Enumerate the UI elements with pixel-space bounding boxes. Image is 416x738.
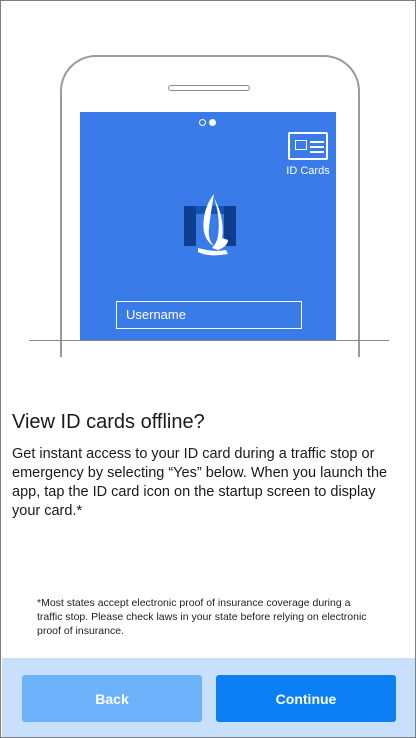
phone-speaker (168, 85, 250, 91)
eagle-logo-icon (184, 194, 236, 256)
divider-line (29, 340, 389, 341)
description-text: Get instant access to your ID card durin… (12, 446, 388, 519)
back-button[interactable]: Back (22, 675, 202, 722)
footer-bar: Back Continue (2, 658, 415, 737)
page-title: View ID cards offline? (12, 411, 205, 433)
page-indicator (199, 119, 216, 126)
app-frame: ID Cards Username View ID cards offline?… (0, 0, 416, 738)
id-cards-button: ID Cards (282, 132, 334, 177)
phone-screen: ID Cards Username (80, 112, 336, 340)
page-dot-2 (209, 119, 216, 126)
username-field: Username (116, 301, 302, 329)
footnote-text: *Most states accept electronic proof of … (37, 597, 367, 637)
continue-button[interactable]: Continue (216, 675, 396, 722)
id-cards-label: ID Cards (286, 165, 330, 177)
page-dot-1 (199, 119, 206, 126)
id-card-icon (288, 132, 328, 160)
